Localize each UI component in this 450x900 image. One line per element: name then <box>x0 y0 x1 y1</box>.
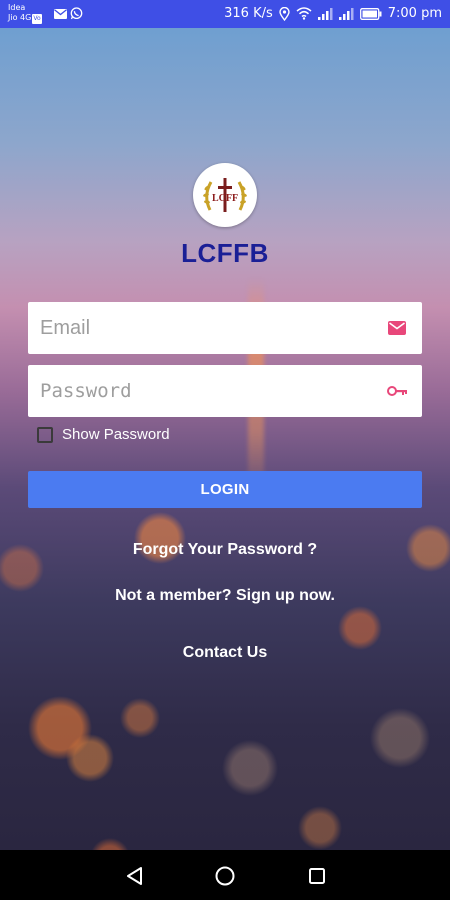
battery-icon <box>359 7 382 20</box>
wifi-icon <box>296 7 312 20</box>
key-icon <box>386 381 408 401</box>
show-password-checkbox[interactable] <box>37 426 53 443</box>
show-password-toggle[interactable]: Show Password <box>37 426 170 443</box>
whatsapp-icon <box>70 7 83 20</box>
carrier-line-1: Idea <box>8 3 26 12</box>
app-title: LCFFB <box>181 238 269 268</box>
navigation-bar <box>0 850 450 900</box>
recents-icon[interactable] <box>305 864 329 888</box>
email-icon <box>386 318 408 338</box>
login-screen: Idea Jio 4G Vo 316 K/s 7:00 pm LCFF LCFF… <box>0 0 450 900</box>
signal-icon <box>317 7 333 20</box>
home-icon[interactable] <box>213 864 237 888</box>
sign-up-link[interactable]: Not a member? Sign up now. <box>0 587 450 605</box>
carrier-line-2: Jio 4G <box>8 13 32 22</box>
volte-badge: Vo <box>32 14 42 24</box>
network-speed: 316 K/s <box>224 6 273 21</box>
status-bar: Idea Jio 4G Vo 316 K/s 7:00 pm <box>0 0 450 28</box>
clock: 7:00 pm <box>387 6 442 21</box>
notification-icons <box>54 7 83 20</box>
password-input[interactable] <box>28 365 358 417</box>
back-icon[interactable] <box>123 864 147 888</box>
status-right: 316 K/s 7:00 pm <box>224 6 442 21</box>
signal-icon <box>338 7 354 20</box>
email-input[interactable] <box>28 302 358 354</box>
email-field-container <box>28 302 422 354</box>
contact-us-link[interactable]: Contact Us <box>0 644 450 662</box>
laurel-cross-logo-icon: LCFF <box>203 178 247 212</box>
location-icon <box>279 6 290 21</box>
carrier-info: Idea Jio 4G Vo <box>8 3 42 24</box>
email-icon <box>54 7 67 20</box>
login-button[interactable]: LOGIN <box>28 471 422 508</box>
show-password-label: Show Password <box>62 426 170 443</box>
password-field-container <box>28 365 422 417</box>
app-logo: LCFF <box>193 163 257 227</box>
svg-text:LCFF: LCFF <box>212 193 238 204</box>
forgot-password-link[interactable]: Forgot Your Password ? <box>0 541 450 559</box>
